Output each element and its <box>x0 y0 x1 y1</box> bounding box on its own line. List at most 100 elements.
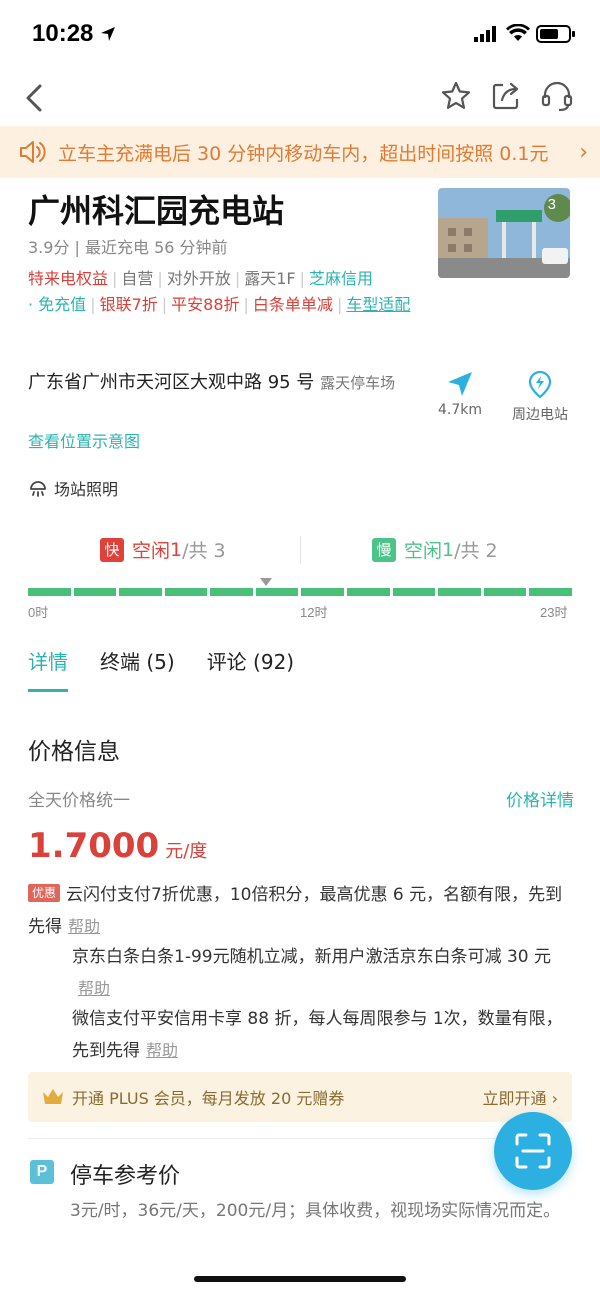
navigate-arrow-icon <box>448 372 472 396</box>
promo-text: 云闪付支付7折优惠，10倍积分，最高优惠 6 元，名额有限，先到先得 <box>28 885 563 937</box>
promo-text: 京东白条白条1-99元随机立减，新用户激活京东白条可减 30 元 <box>72 947 552 967</box>
fast-free-label: 空闲 <box>132 540 171 562</box>
tag-no-topup[interactable]: · 免充值 <box>28 295 86 314</box>
status-bar: 10:28 <box>0 0 600 70</box>
tab-reviews[interactable]: 评论 (92) <box>207 636 294 692</box>
timeline-label-start: 0时 <box>28 605 49 620</box>
availability-summary: 快 空闲 1 /共 3 慢 空闲 1 /共 2 <box>0 532 600 572</box>
plus-membership-banner[interactable]: 开通 PLUS 会员，每月发放 20 元赠券 立即开通 › <box>28 1072 572 1122</box>
star-icon[interactable] <box>440 80 472 112</box>
timeline-label-mid: 12时 <box>300 605 328 620</box>
promo-item: 京东白条白条1-99元随机立减，新用户激活京东白条可减 30 元帮助 <box>28 942 573 1005</box>
timeline-segment <box>73 588 117 596</box>
lighting-icon <box>30 481 46 497</box>
help-link[interactable]: 帮助 <box>146 1041 178 1060</box>
nearby-stations-button[interactable]: 周边电站 <box>500 370 580 424</box>
tag-self-operated: 自营 <box>121 269 154 288</box>
tag-baitiao[interactable]: 白条单单减 <box>253 295 333 314</box>
busy-timeline <box>28 588 572 596</box>
tag-benefit[interactable]: 特来电权益 <box>28 269 108 288</box>
slow-availability: 慢 空闲 1 /共 2 <box>372 536 498 563</box>
parking-icon: P <box>30 1160 54 1184</box>
fast-total: /共 3 <box>182 540 226 562</box>
map-link[interactable]: 查看位置示意图 <box>28 428 140 452</box>
slow-free-label: 空闲 <box>404 540 443 562</box>
share-icon[interactable] <box>490 80 522 112</box>
crown-icon <box>43 1089 63 1104</box>
timeline-segment <box>119 588 162 596</box>
price-uniform-label: 全天价格统一 <box>28 791 130 811</box>
nearby-station-icon <box>528 370 552 399</box>
speaker-icon <box>20 141 46 163</box>
address-text: 广东省广州市天河区大观中路 95 号 <box>28 372 315 393</box>
parking-title: 停车参考价 <box>70 1164 181 1189</box>
price-value: 1.7000 元/度 <box>28 826 207 866</box>
scan-button[interactable] <box>494 1112 572 1190</box>
tag-vehicle-fit[interactable]: 车型适配 <box>346 295 410 314</box>
timeline-segment <box>164 588 208 596</box>
station-photo[interactable]: 3 <box>438 188 570 278</box>
customer-service-icon[interactable] <box>540 80 574 112</box>
back-arrow-icon[interactable] <box>20 78 50 118</box>
detail-tabs: 详情 终端 (5) 评论 (92) <box>28 636 294 692</box>
status-time: 10:28 <box>32 20 94 47</box>
nearby-label: 周边电站 <box>512 407 568 423</box>
timeline-segment <box>438 588 481 596</box>
promo-item: 微信支付平安信用卡享 88 折，每人每周限参与 1次，数量有限，先到先得 帮助 <box>28 1004 573 1067</box>
tag-public: 对外开放 <box>166 269 231 288</box>
timeline-label-end: 23时 <box>540 605 568 620</box>
slow-free-count: 1 <box>442 538 455 561</box>
station-address: 广东省广州市天河区大观中路 95 号 露天停车场 <box>28 368 413 398</box>
photo-count: 3 <box>547 196 556 213</box>
price-detail-link[interactable]: 价格详情 <box>506 786 574 811</box>
tab-details[interactable]: 详情 <box>28 636 68 692</box>
lighting-label: 场站照明 <box>54 480 119 499</box>
help-link[interactable]: 帮助 <box>78 979 110 998</box>
slow-total: /共 2 <box>454 540 498 562</box>
tab-terminals[interactable]: 终端 (5) <box>100 636 175 692</box>
tag-pingan[interactable]: 平安88折 <box>171 295 239 314</box>
address-note: 露天停车场 <box>320 374 396 392</box>
section-divider <box>28 1138 572 1139</box>
timeline-segment <box>255 588 299 596</box>
price-unit: 元/度 <box>165 841 208 862</box>
fast-free-count: 1 <box>170 538 183 561</box>
help-link[interactable]: 帮助 <box>68 917 100 936</box>
nav-bar <box>0 70 600 126</box>
slow-badge: 慢 <box>372 537 396 562</box>
fast-availability: 快 空闲 1 /共 3 <box>100 536 226 563</box>
location-arrow-icon <box>101 27 115 41</box>
price-section-title: 价格信息 <box>28 739 120 765</box>
navigate-button[interactable]: 4.7km <box>432 370 488 418</box>
scan-icon <box>515 1133 551 1169</box>
price-number: 1.7000 <box>28 826 160 866</box>
timeline-segment <box>301 588 345 596</box>
tag-floor: 露天1F <box>244 269 296 288</box>
station-meta: 3.9分 | 最近充电 56 分钟前 <box>28 238 228 257</box>
distance-label: 4.7km <box>437 402 482 418</box>
chevron-right-icon: › <box>579 139 588 165</box>
promo-badge: 优惠 <box>28 884 61 902</box>
timeline-segment <box>392 588 436 596</box>
promo-item: 优惠 云闪付支付7折优惠，10倍积分，最高优惠 6 元，名额有限，先到先得 帮助 <box>28 880 573 943</box>
timeline-segment <box>483 588 527 596</box>
plus-open-button[interactable]: 立即开通 › <box>483 1085 559 1109</box>
timeline-segment <box>347 588 390 596</box>
notice-text: 立车主充满电后 30 分钟内移动车内，超出时间按照 0.1元 <box>58 142 549 165</box>
home-indicator <box>194 1276 406 1282</box>
tag-unionpay[interactable]: 银联7折 <box>100 295 158 314</box>
timeline-segment <box>210 588 253 596</box>
fast-badge: 快 <box>100 537 124 562</box>
tag-credit[interactable]: 芝麻信用 <box>309 269 373 288</box>
station-tags: 特来电权益 | 自营 | 对外开放 | 露天1F | 芝麻信用 · 免充值 | 银联7折 | 平安88折… <box>28 269 411 314</box>
timeline-segment <box>28 588 71 596</box>
station-name: 广州科汇园充电站 <box>28 192 285 230</box>
signal-icon <box>474 26 496 42</box>
lighting-info: 场站照明 <box>28 476 118 500</box>
parking-text: 3元/时，36元/天，200元/月；具体收费，视现场实际情况而定。 <box>70 1201 561 1221</box>
availability-divider <box>300 536 301 564</box>
notice-banner[interactable]: 立车主充满电后 30 分钟内移动车内，超出时间按照 0.1元 › <box>0 126 600 178</box>
timeline-segment <box>529 588 572 596</box>
battery-icon <box>536 25 575 43</box>
wifi-icon <box>506 24 530 41</box>
